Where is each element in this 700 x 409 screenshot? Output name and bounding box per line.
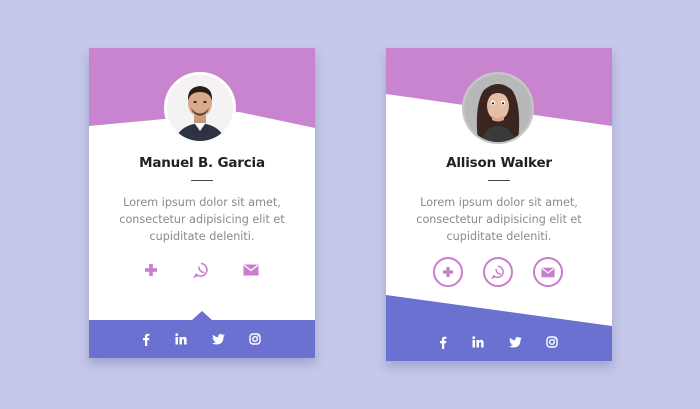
envelope-icon[interactable]	[236, 255, 266, 285]
contact-actions	[386, 255, 612, 289]
whatsapp-icon[interactable]	[186, 255, 216, 285]
name-divider	[488, 180, 510, 181]
contact-actions	[89, 255, 315, 289]
avatar	[462, 72, 534, 144]
plus-icon[interactable]	[433, 257, 463, 287]
profile-card-manuel: Manuel B. Garcia Lorem ipsum dolor sit a…	[89, 48, 315, 358]
name-divider	[191, 180, 213, 181]
card-name: Manuel B. Garcia	[139, 155, 265, 171]
linkedin-icon[interactable]	[468, 332, 488, 352]
card-name: Allison Walker	[446, 155, 552, 171]
twitter-icon[interactable]	[208, 329, 228, 349]
linkedin-icon[interactable]	[171, 329, 191, 349]
social-links	[386, 332, 612, 352]
twitter-icon[interactable]	[505, 332, 525, 352]
profile-card-allison: Allison Walker Lorem ipsum dolor sit ame…	[386, 48, 612, 361]
facebook-icon[interactable]	[136, 329, 156, 349]
envelope-icon[interactable]	[533, 257, 563, 287]
instagram-icon[interactable]	[542, 332, 562, 352]
instagram-icon[interactable]	[245, 329, 265, 349]
whatsapp-icon[interactable]	[483, 257, 513, 287]
social-links	[89, 329, 315, 349]
plus-icon[interactable]	[136, 255, 166, 285]
facebook-icon[interactable]	[433, 332, 453, 352]
avatar	[164, 72, 236, 144]
card-description: Lorem ipsum dolor sit amet, consectetur …	[416, 196, 582, 243]
card-description: Lorem ipsum dolor sit amet, consectetur …	[119, 196, 285, 243]
